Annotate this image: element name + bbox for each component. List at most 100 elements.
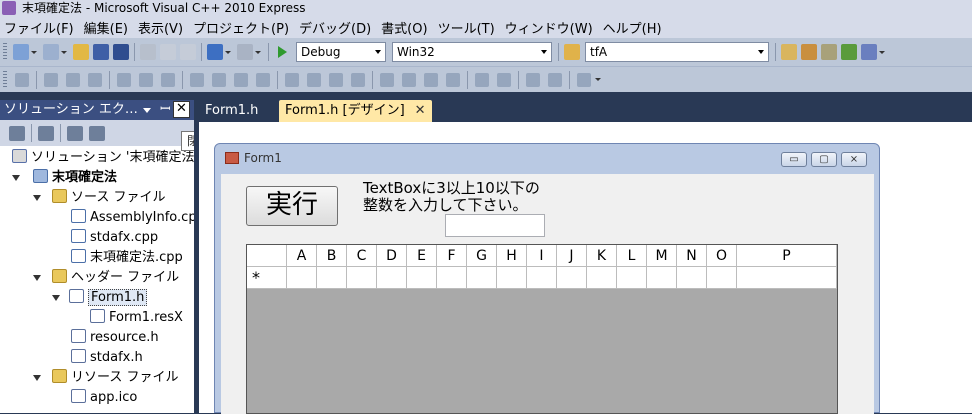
- tab-form1-code[interactable]: Form1.h: [199, 100, 264, 122]
- align-to-grid-icon[interactable]: [15, 72, 29, 87]
- align-rights-icon[interactable]: [88, 72, 102, 87]
- grid-cell[interactable]: [317, 267, 347, 289]
- grid-column-header[interactable]: D: [377, 245, 407, 267]
- align-centers-icon[interactable]: [66, 72, 80, 87]
- copy-icon[interactable]: [160, 44, 176, 60]
- tree-file-item[interactable]: stdafx.cpp: [71, 228, 158, 248]
- number-input[interactable]: [445, 214, 545, 237]
- bring-to-front-icon[interactable]: [526, 72, 540, 87]
- new-project-icon[interactable]: [13, 44, 29, 60]
- grid-cell[interactable]: [497, 267, 527, 289]
- grid-column-header[interactable]: G: [467, 245, 497, 267]
- find-combo[interactable]: tfA: [585, 42, 769, 62]
- grid-cell[interactable]: [377, 267, 407, 289]
- execute-button[interactable]: 実行: [246, 186, 338, 226]
- menu-project[interactable]: プロジェクト(P): [189, 18, 295, 37]
- remove-vertical-spacing-icon[interactable]: [446, 72, 460, 87]
- grid-cell[interactable]: [407, 267, 437, 289]
- tree-source-folder[interactable]: ソース ファイル: [52, 188, 165, 208]
- grid-cell[interactable]: [737, 267, 837, 289]
- decrease-vertical-spacing-icon[interactable]: [424, 72, 438, 87]
- tab-order-icon[interactable]: [577, 72, 591, 87]
- grid-column-header[interactable]: K: [587, 245, 617, 267]
- save-icon[interactable]: [93, 44, 109, 60]
- send-to-back-icon[interactable]: [548, 72, 562, 87]
- solution-platform-combo[interactable]: Win32: [392, 42, 552, 62]
- tree-file-item[interactable]: stdafx.h: [71, 348, 143, 368]
- add-item-dropdown-icon[interactable]: [61, 50, 67, 54]
- redo-dropdown-icon[interactable]: [255, 50, 261, 54]
- grid-cell[interactable]: [347, 267, 377, 289]
- align-middles-icon[interactable]: [139, 72, 153, 87]
- form-client-area[interactable]: 実行 TextBoxに3以上10以下の 整数を入力して下さい。 ABCDEFGH…: [221, 174, 874, 414]
- tree-file-item-selected[interactable]: Form1.h: [69, 288, 148, 308]
- grid-cell[interactable]: [437, 267, 467, 289]
- tree-solution-node[interactable]: ソリューション '末項確定法: [12, 148, 194, 168]
- grid-column-header[interactable]: H: [497, 245, 527, 267]
- tree-file-item[interactable]: 末項確定法.cpp: [71, 248, 183, 268]
- grid-cell[interactable]: [677, 267, 707, 289]
- menu-edit[interactable]: 編集(E): [80, 18, 134, 37]
- make-same-width-icon[interactable]: [190, 72, 204, 87]
- tab-form1-designer[interactable]: Form1.h [デザイン] ✕: [279, 100, 432, 122]
- find-in-files-icon[interactable]: [564, 44, 580, 60]
- tree-file-item[interactable]: AssemblyInfo.cpp: [71, 208, 194, 228]
- menu-window[interactable]: ウィンドウ(W): [501, 18, 599, 37]
- open-file-icon[interactable]: [73, 44, 89, 60]
- grid-cell[interactable]: [587, 267, 617, 289]
- undo-icon[interactable]: [207, 44, 223, 60]
- tree-file-item[interactable]: Form1.resX: [90, 308, 183, 328]
- grid-new-row[interactable]: *: [247, 267, 837, 289]
- grid-column-header[interactable]: N: [677, 245, 707, 267]
- view-code-icon[interactable]: [67, 125, 83, 141]
- show-all-files-icon[interactable]: [38, 125, 54, 141]
- solution-explorer-icon[interactable]: [781, 44, 797, 60]
- size-to-grid-icon[interactable]: [212, 72, 226, 87]
- grid-cell[interactable]: [647, 267, 677, 289]
- toolbar-grip[interactable]: [3, 43, 7, 61]
- close-solution-explorer-button[interactable]: ✕: [173, 101, 190, 118]
- close-tab-icon[interactable]: ✕: [415, 103, 426, 118]
- grid-column-header[interactable]: A: [287, 245, 317, 267]
- grid-column-header[interactable]: E: [407, 245, 437, 267]
- menu-tools[interactable]: ツール(T): [434, 18, 501, 37]
- tree-resource-folder[interactable]: リソース ファイル: [52, 368, 178, 388]
- remove-horizontal-spacing-icon[interactable]: [351, 72, 365, 87]
- menu-format[interactable]: 書式(O): [377, 18, 433, 37]
- data-grid-view[interactable]: ABCDEFGHIJKLMNOP *: [246, 244, 838, 414]
- cut-icon[interactable]: [140, 44, 156, 60]
- make-same-size-icon[interactable]: [256, 72, 270, 87]
- grid-cell[interactable]: [527, 267, 557, 289]
- extension-manager-icon[interactable]: [861, 44, 877, 60]
- window-position-dropdown-icon[interactable]: [143, 108, 151, 113]
- view-designer-icon[interactable]: [89, 125, 105, 141]
- grid-column-header[interactable]: F: [437, 245, 467, 267]
- redo-icon[interactable]: [237, 44, 253, 60]
- menu-view[interactable]: 表示(V): [134, 18, 189, 37]
- toolbox-icon[interactable]: [821, 44, 837, 60]
- align-bottoms-icon[interactable]: [161, 72, 175, 87]
- tree-file-item[interactable]: resource.h: [71, 328, 159, 348]
- menu-debug[interactable]: デバッグ(D): [295, 18, 377, 37]
- toolbar-options-icon[interactable]: [879, 50, 885, 54]
- make-same-height-icon[interactable]: [234, 72, 248, 87]
- center-horizontally-icon[interactable]: [475, 72, 489, 87]
- expand-arrow-icon[interactable]: [12, 175, 20, 181]
- toolbar-grip[interactable]: [3, 70, 7, 89]
- tree-header-folder[interactable]: ヘッダー ファイル: [52, 268, 179, 288]
- grid-cell[interactable]: [557, 267, 587, 289]
- menu-file[interactable]: ファイル(F): [0, 18, 80, 37]
- grid-cell[interactable]: [467, 267, 497, 289]
- form-designer-window[interactable]: Form1 ▭ ▢ ⨯ 実行 TextBoxに3以上10以下の 整数を入力して下…: [214, 143, 880, 414]
- start-debugging-icon[interactable]: [278, 46, 287, 58]
- start-page-icon[interactable]: [841, 44, 857, 60]
- grid-column-header[interactable]: C: [347, 245, 377, 267]
- tree-file-item[interactable]: app.ico: [71, 388, 137, 408]
- tree-project-node[interactable]: 末項確定法: [33, 168, 117, 188]
- toolbar-options-icon[interactable]: [595, 78, 601, 81]
- properties-icon[interactable]: [9, 125, 25, 141]
- menu-help[interactable]: ヘルプ(H): [599, 18, 668, 37]
- equal-horizontal-spacing-icon[interactable]: [285, 72, 299, 87]
- equal-vertical-spacing-icon[interactable]: [380, 72, 394, 87]
- properties-window-icon[interactable]: [801, 44, 817, 60]
